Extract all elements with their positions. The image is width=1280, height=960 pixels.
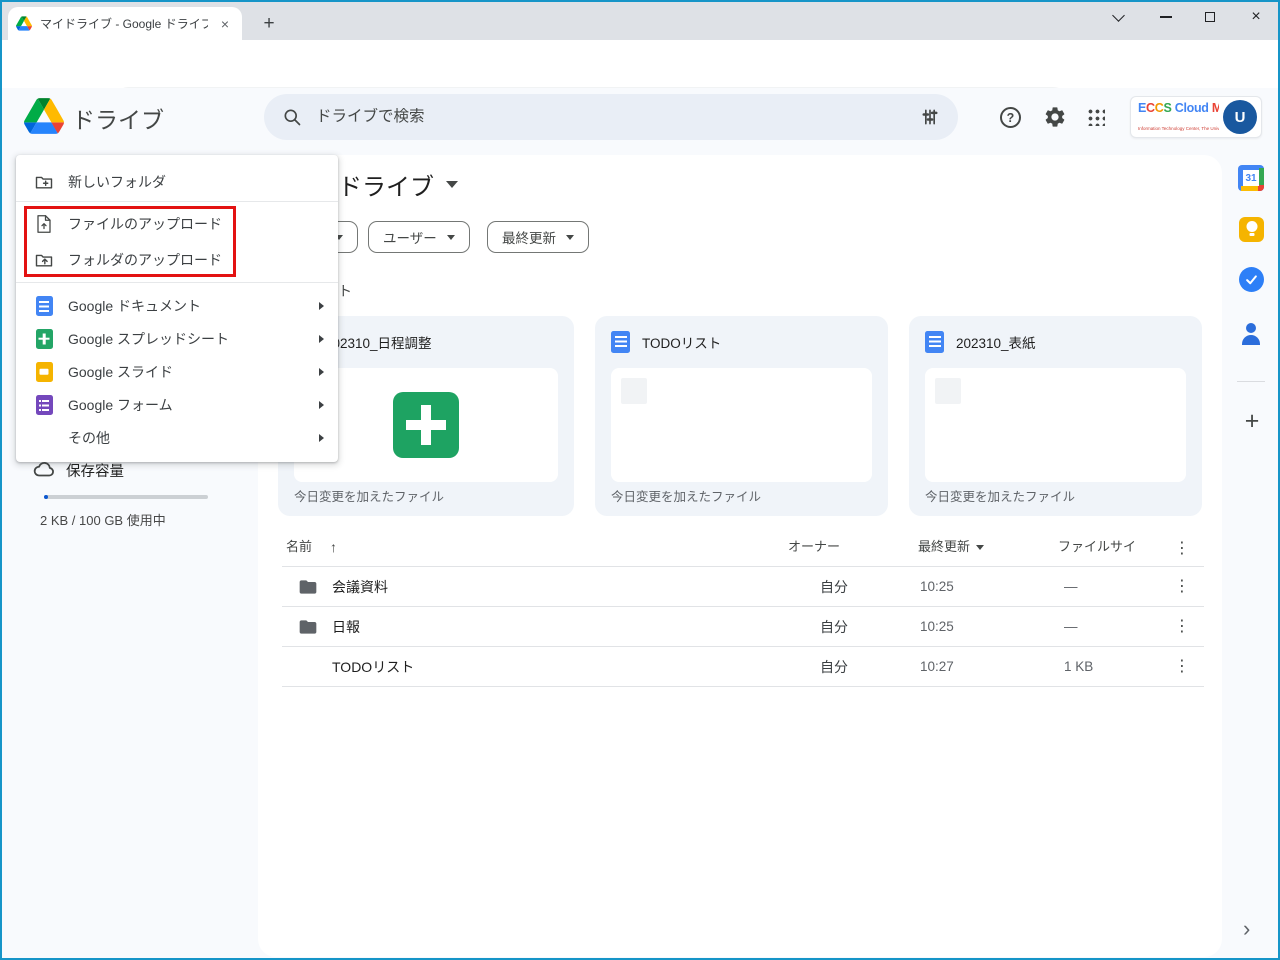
minimize-icon [1160,16,1172,18]
chevron-down-icon [446,234,455,240]
chevron-down-icon [1111,8,1125,22]
docs-file-icon [925,331,944,353]
title-dropdown-caret-icon [446,181,458,188]
folder-icon [299,580,317,594]
submenu-arrow-icon [319,433,324,442]
search-options-tune-icon[interactable] [920,107,940,127]
tab-close-icon[interactable]: × [216,15,234,33]
drive-logo [24,98,64,134]
account-badge[interactable]: ECCS Cloud Mail Information Technology C… [1130,96,1262,138]
sort-ascending-icon[interactable]: ↑ [330,537,337,557]
column-header-name[interactable]: 名前 [286,537,312,557]
menu-item-more[interactable]: その他 [16,421,338,454]
file-row-1[interactable]: 会議資料 自分 10:25 — ⋮ [282,567,1204,607]
browser-toolbar: ← → ↻ drive.google.com/drive/my-drive ☆ … [0,40,1280,121]
tasks-icon[interactable] [1239,267,1264,292]
forms-icon [35,394,53,415]
window-menu-chevron-icon[interactable] [1102,2,1134,32]
submenu-arrow-icon [319,400,324,409]
table-options-kebab-icon[interactable]: ⋮ [1170,537,1194,561]
help-icon[interactable]: ? [1000,107,1021,128]
window-close-button[interactable]: × [1240,2,1272,32]
folder-icon [299,620,317,634]
app-name: ドライブ [72,107,164,133]
storage-progress-fill [44,495,48,499]
slides-icon [35,361,53,382]
side-panel-divider [1237,381,1265,382]
submenu-arrow-icon [319,367,324,376]
tab-title: マイドライブ - Google ドライブ [40,17,208,31]
eccs-subtitle: Information Technology Center, The Unive… [1138,126,1219,131]
browser-titlebar: マイドライブ - Google ドライブ × + × [0,0,1280,40]
browser-tab[interactable]: マイドライブ - Google ドライブ × [8,7,242,40]
window-minimize-button[interactable] [1150,2,1182,32]
new-tab-button[interactable]: + [256,11,282,37]
file-row-2[interactable]: 日報 自分 10:25 — ⋮ [282,607,1204,647]
search-bar[interactable] [264,94,958,140]
row-kebab-icon[interactable]: ⋮ [1170,575,1194,599]
get-addons-plus-icon[interactable]: + [1239,407,1265,435]
sheets-icon [35,328,53,349]
drive-favicon [16,16,32,31]
storage-progress-bar [44,495,208,499]
column-header-size[interactable]: ファイルサイ [1058,537,1136,557]
column-header-owner[interactable]: オーナー [788,537,840,557]
menu-item-google-docs[interactable]: Google ドキュメント [16,289,338,322]
suggestion-card-2[interactable]: TODOリスト 今日変更を加えたファイル [595,316,888,516]
main-content: マイドライブ ユーザー 最終更新 候補リスト 202310_日程調整 今日変更を… [258,155,1222,957]
hide-side-panel-chevron-icon[interactable]: › [1243,916,1250,942]
keep-icon[interactable] [1239,217,1264,242]
window-maximize-button[interactable] [1194,2,1226,32]
new-folder-icon [34,172,54,192]
menu-item-google-sheets[interactable]: Google スプレッドシート [16,322,338,355]
storage-label[interactable]: 保存容量 [66,460,124,481]
maximize-icon [1205,12,1215,22]
menu-item-google-forms[interactable]: Google フォーム [16,388,338,421]
new-menu: 新しいフォルダ ファイルのアップロード フォルダのアップロード Google ド… [16,155,338,462]
file-row-3[interactable]: TODOリスト 自分 10:27 1 KB ⋮ [282,647,1204,687]
column-header-modified[interactable]: 最終更新 [918,537,985,557]
docs-file-icon [611,331,630,353]
row-kebab-icon[interactable]: ⋮ [1170,615,1194,639]
menu-item-new-folder[interactable]: 新しいフォルダ [16,163,338,201]
calendar-icon[interactable]: 31 [1238,165,1264,191]
settings-gear-icon[interactable] [1043,105,1067,129]
menu-item-google-slides[interactable]: Google スライド [16,355,338,388]
row-kebab-icon[interactable]: ⋮ [1170,655,1194,679]
card-thumbnail [611,368,872,482]
search-icon [284,109,301,126]
submenu-arrow-icon [319,334,324,343]
filter-chip-people[interactable]: ユーザー [368,221,470,253]
submenu-arrow-icon [319,301,324,310]
highlight-box [24,206,236,277]
docs-icon [35,295,53,316]
card-thumbnail [925,368,1186,482]
sort-dropdown-caret-icon [976,544,985,550]
contacts-icon[interactable] [1239,322,1263,346]
screen: マイドライブ - Google ドライブ × + × ← → ↻ drive.g… [0,0,1280,960]
apps-grid-icon[interactable] [1087,108,1105,126]
sheets-logo-thumbnail [393,392,459,458]
suggestion-card-3[interactable]: 202310_表紙 今日変更を加えたファイル [909,316,1202,516]
search-input[interactable] [316,108,906,126]
eccs-logo: ECCS Cloud Mail Information Technology C… [1138,99,1219,135]
filter-chip-modified[interactable]: 最終更新 [487,221,589,253]
storage-usage-text: 2 KB / 100 GB 使用中 [40,513,166,528]
account-avatar[interactable]: U [1223,100,1257,134]
chevron-down-icon [566,234,574,240]
